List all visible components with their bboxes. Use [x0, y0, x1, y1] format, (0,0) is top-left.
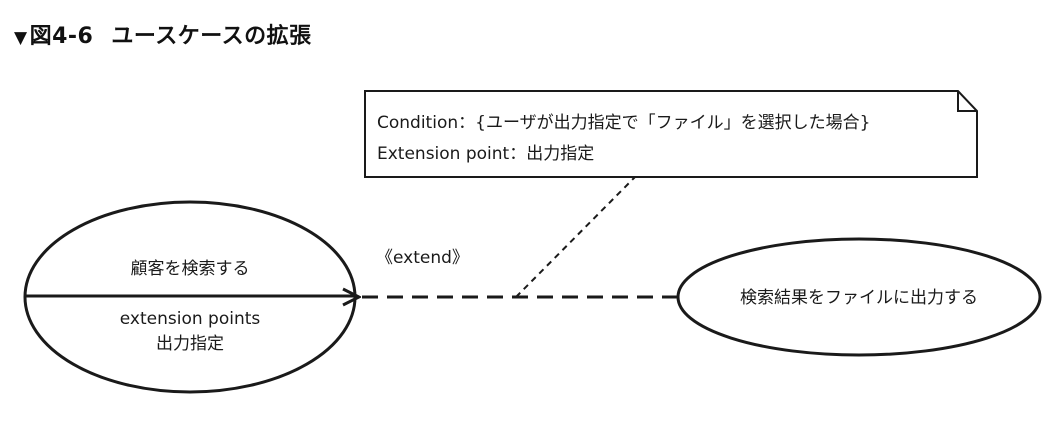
note-condition-text: Condition：{ユーザが出力指定で「ファイル」を選択した場合}: [377, 113, 870, 133]
note-anchor-line: [515, 176, 636, 298]
base-use-case-name: 顧客を検索する: [131, 259, 250, 279]
extending-use-case: 検索結果をファイルに出力する: [676, 237, 1042, 357]
extension-points-heading: extension points: [120, 309, 261, 329]
extend-stereotype-label: 《extend》: [376, 248, 469, 268]
note-extension-point-text: Extension point：出力指定: [377, 144, 594, 164]
extending-use-case-name: 検索結果をファイルに出力する: [740, 288, 978, 308]
extension-point-item: 出力指定: [156, 334, 224, 354]
use-case-diagram: 顧客を検索する extension points 出力指定 検索結果をファイルに…: [23, 90, 1042, 394]
condition-note: Condition：{ユーザが出力指定で「ファイル」を選択した場合} Exten…: [364, 90, 978, 178]
base-use-case: 顧客を検索する extension points 出力指定: [23, 200, 357, 394]
note-box: [364, 90, 978, 178]
